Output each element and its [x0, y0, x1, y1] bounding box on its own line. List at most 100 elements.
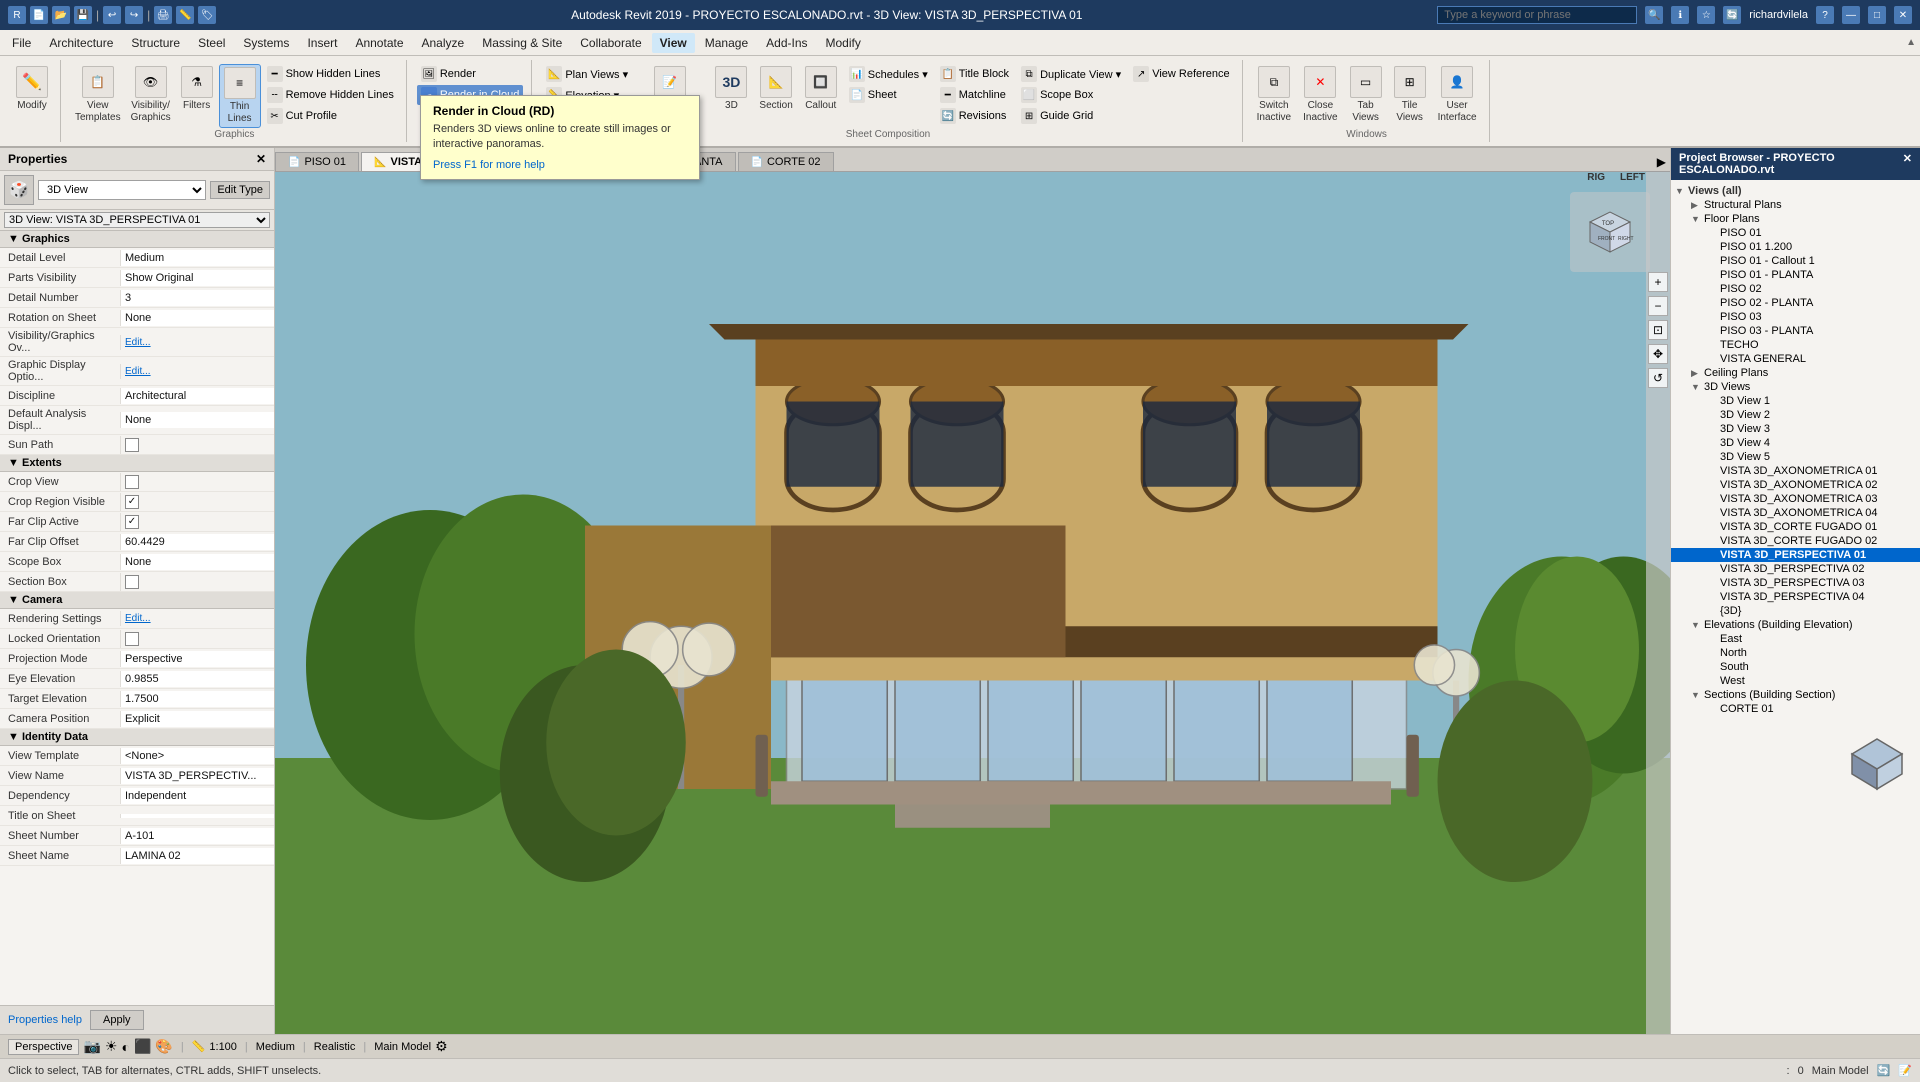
edit-type-btn[interactable]: Edit Type	[210, 181, 270, 199]
tab-scroll-right[interactable]: ▶	[1653, 153, 1670, 171]
menu-systems[interactable]: Systems	[235, 33, 297, 53]
pb-vista-axon03[interactable]: VISTA 3D_AXONOMETRICA 03	[1671, 492, 1920, 506]
pb-vista-general[interactable]: VISTA GENERAL	[1671, 352, 1920, 366]
guide-grid-btn[interactable]: ⊞ Guide Grid	[1017, 106, 1125, 126]
close-inactive-btn[interactable]: ✕ CloseInactive	[1299, 64, 1341, 126]
save-btn[interactable]: 💾	[74, 6, 92, 24]
section-btn[interactable]: 📐 Section	[755, 64, 796, 114]
menu-addins[interactable]: Add-Ins	[758, 33, 815, 53]
search-icon[interactable]: 🔍	[1645, 6, 1663, 24]
rendering-settings-edit[interactable]: Edit...	[125, 613, 151, 624]
pb-techo[interactable]: TECHO	[1671, 338, 1920, 352]
properties-help-link[interactable]: Properties help	[8, 1014, 82, 1026]
open-btn[interactable]: 📂	[52, 6, 70, 24]
tab-views-btn[interactable]: ▭ TabViews	[1346, 64, 1386, 126]
tab-corte02[interactable]: 📄 CORTE 02	[738, 152, 834, 171]
filters-btn[interactable]: ⚗ Filters	[177, 64, 217, 114]
visibility-graphics-btn[interactable]: 👁 Visibility/Graphics	[127, 64, 175, 126]
pb-vista-axon01[interactable]: VISTA 3D_AXONOMETRICA 01	[1671, 464, 1920, 478]
pb-piso02[interactable]: PISO 02	[1671, 282, 1920, 296]
silhouette-icon[interactable]: ⬛	[134, 1038, 151, 1055]
pb-elevations[interactable]: ▼ Elevations (Building Elevation)	[1671, 618, 1920, 632]
menu-massing[interactable]: Massing & Site	[474, 33, 570, 53]
far-clip-active-checkbox[interactable]: ✓	[125, 515, 139, 529]
view-name-selector[interactable]: 3D View: VISTA 3D_PERSPECTIVA 01	[4, 212, 270, 228]
sun-path-checkbox[interactable]	[125, 438, 139, 452]
3d-btn[interactable]: 3D 3D	[711, 64, 751, 114]
render-btn[interactable]: 🖼 Render	[417, 64, 524, 84]
remove-hidden-btn[interactable]: ╌ Remove Hidden Lines	[263, 85, 398, 105]
graphics-section-header[interactable]: ▼ Graphics	[0, 231, 274, 248]
pb-vista-persp03[interactable]: VISTA 3D_PERSPECTIVA 03	[1671, 576, 1920, 590]
undo-btn[interactable]: ↩	[103, 6, 121, 24]
sync-btn[interactable]: 🔄	[1723, 6, 1741, 24]
pb-structural-plans[interactable]: ▶ Structural Plans	[1671, 198, 1920, 212]
menu-steel[interactable]: Steel	[190, 33, 233, 53]
thin-lines-btn[interactable]: ≡ ThinLines	[219, 64, 261, 128]
scale-icon[interactable]: 📏	[192, 1040, 206, 1053]
identity-section-header[interactable]: ▼ Identity Data	[0, 729, 274, 746]
pb-piso02-planta[interactable]: PISO 02 - PLANTA	[1671, 296, 1920, 310]
sheet-btn[interactable]: 📄 Sheet	[845, 85, 932, 105]
menu-structure[interactable]: Structure	[123, 33, 188, 53]
pb-corte01[interactable]: CORTE 01	[1671, 702, 1920, 716]
pb-3d-view1[interactable]: 3D View 1	[1671, 394, 1920, 408]
menu-insert[interactable]: Insert	[299, 33, 345, 53]
menu-analyze[interactable]: Analyze	[414, 33, 473, 53]
pb-3d-view3[interactable]: 3D View 3	[1671, 422, 1920, 436]
properties-close-btn[interactable]: ✕	[256, 152, 266, 166]
maximize-btn[interactable]: □	[1868, 6, 1886, 24]
menu-annotate[interactable]: Annotate	[347, 33, 411, 53]
pb-vista-persp01[interactable]: VISTA 3D_PERSPECTIVA 01	[1671, 548, 1920, 562]
info-btn[interactable]: ℹ	[1671, 6, 1689, 24]
close-btn[interactable]: ✕	[1894, 6, 1912, 24]
pan-btn[interactable]: ✥	[1648, 344, 1668, 364]
zoom-in-btn[interactable]: +	[1648, 272, 1668, 292]
workset-btn[interactable]: ⚙	[435, 1038, 448, 1055]
menu-manage[interactable]: Manage	[697, 33, 756, 53]
minimize-btn[interactable]: —	[1842, 6, 1860, 24]
matchline-btn[interactable]: ━ Matchline	[936, 85, 1013, 105]
duplicate-view-btn[interactable]: ⧉ Duplicate View ▾	[1017, 64, 1125, 84]
camera-section-header[interactable]: ▼ Camera	[0, 592, 274, 609]
measure-btn[interactable]: 📏	[176, 6, 194, 24]
search-input[interactable]	[1437, 6, 1637, 24]
tab-piso01[interactable]: 📄 PISO 01	[275, 152, 359, 171]
pb-south[interactable]: South	[1671, 660, 1920, 674]
orbit-btn[interactable]: ↺	[1648, 368, 1668, 388]
rendering-icon[interactable]: 🎨	[155, 1038, 172, 1055]
title-block-btn[interactable]: 📋 Title Block	[936, 64, 1013, 84]
visibility-graphics-edit[interactable]: Edit...	[125, 337, 151, 348]
pb-piso01-1200[interactable]: PISO 01 1.200	[1671, 240, 1920, 254]
pb-3d-view5[interactable]: 3D View 5	[1671, 450, 1920, 464]
shadows-icon[interactable]: ◐	[121, 1039, 129, 1055]
show-hidden-btn[interactable]: ━ Show Hidden Lines	[263, 64, 398, 84]
zoom-out-btn[interactable]: −	[1648, 296, 1668, 316]
tag-btn[interactable]: 🏷	[198, 6, 216, 24]
pb-3d-views[interactable]: ▼ 3D Views	[1671, 380, 1920, 394]
view-reference-btn[interactable]: ↗ View Reference	[1129, 64, 1233, 84]
section-box-checkbox[interactable]	[125, 575, 139, 589]
user-interface-btn[interactable]: 👤 UserInterface	[1434, 64, 1481, 126]
pb-piso01[interactable]: PISO 01	[1671, 226, 1920, 240]
modify-btn[interactable]: ✏️ Modify	[12, 64, 52, 114]
menu-modify[interactable]: Modify	[818, 33, 869, 53]
plan-views-btn[interactable]: 📐 Plan Views ▾	[542, 64, 632, 84]
pb-vista-corte02[interactable]: VISTA 3D_CORTE FUGADO 02	[1671, 534, 1920, 548]
locked-orientation-checkbox[interactable]	[125, 632, 139, 646]
graphic-display-edit[interactable]: Edit...	[125, 366, 151, 377]
cut-profile-btn[interactable]: ✂ Cut Profile	[263, 106, 398, 126]
perspective-mode-btn[interactable]: Perspective	[8, 1039, 79, 1055]
apply-btn[interactable]: Apply	[90, 1010, 144, 1030]
view-type-dropdown[interactable]: 3D View	[38, 180, 206, 200]
pb-piso01-planta[interactable]: PISO 01 - PLANTA	[1671, 268, 1920, 282]
menu-collaborate[interactable]: Collaborate	[572, 33, 649, 53]
pb-east[interactable]: East	[1671, 632, 1920, 646]
sync-icon[interactable]: 🔄	[1877, 1064, 1891, 1077]
pb-piso03[interactable]: PISO 03	[1671, 310, 1920, 324]
zoom-fit-btn[interactable]: ⊡	[1648, 320, 1668, 340]
sun-icon[interactable]: ☀	[105, 1038, 118, 1055]
scope-box-btn[interactable]: ⬜ Scope Box	[1017, 85, 1125, 105]
schedules-btn[interactable]: 📊 Schedules ▾	[845, 64, 932, 84]
menu-architecture[interactable]: Architecture	[41, 33, 121, 53]
